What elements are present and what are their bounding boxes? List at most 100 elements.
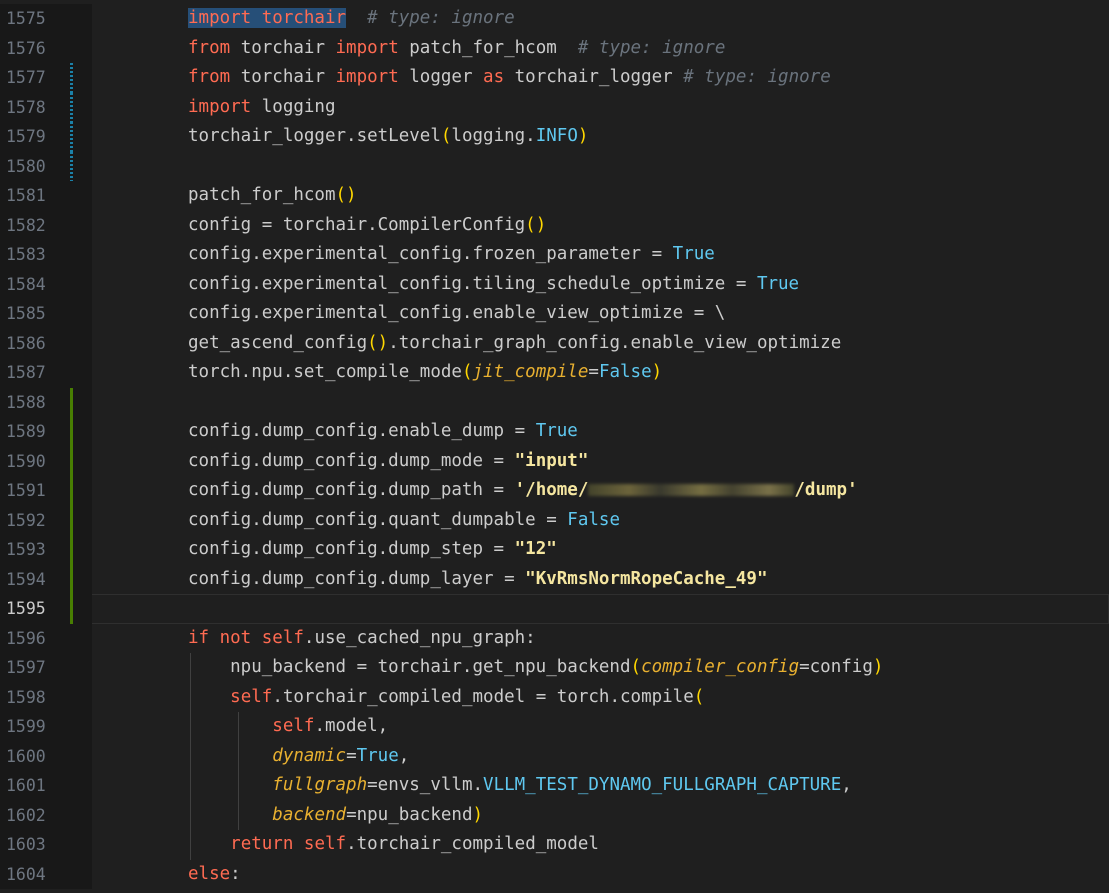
code-text[interactable]: config.dump_config.enable_dump = True — [188, 417, 578, 447]
line-gutter[interactable]: 1591 — [0, 476, 92, 506]
code-line[interactable]: 1590 config.dump_config.dump_mode = "inpu… — [0, 446, 1109, 477]
line-gutter[interactable]: 1599 — [0, 712, 92, 742]
git-modified-marker[interactable] — [70, 151, 73, 181]
code-text[interactable]: import logging — [188, 93, 336, 123]
code-line[interactable]: 1593 config.dump_config.dump_step = "12" — [0, 535, 1109, 565]
line-gutter[interactable]: 1592 — [0, 505, 92, 535]
code-text[interactable]: config.dump_config.quant_dumpable = Fals… — [188, 506, 620, 536]
line-gutter[interactable]: 1578 — [0, 92, 92, 122]
code-line[interactable]: 1603 return self.torchair_compiled_model — [0, 830, 1109, 860]
git-added-marker[interactable] — [70, 564, 73, 594]
code-line[interactable]: 1595 — [0, 594, 1109, 624]
code-line[interactable]: 1580 — [0, 151, 1109, 181]
code-line[interactable]: 1575 import torchair # type: ignore — [0, 4, 1109, 34]
git-added-marker[interactable] — [70, 446, 73, 476]
code-text[interactable]: config.dump_config.dump_path = '/home/ /d… — [188, 476, 858, 506]
code-line[interactable]: 1583 config.experimental_config.frozen_pa… — [0, 240, 1109, 270]
code-text[interactable]: torchair_logger.setLevel(logging.INFO) — [188, 122, 588, 152]
code-text[interactable]: config.dump_config.dump_step = "12" — [188, 535, 557, 565]
code-text[interactable]: torch.npu.set_compile_mode(jit_compile=F… — [188, 358, 662, 388]
code-line[interactable]: 1601 fullgraph=envs_vllm.VLLM_TEST_DYNAM… — [0, 771, 1109, 801]
code-text[interactable]: config.experimental_config.tiling_schedu… — [188, 270, 799, 300]
code-text[interactable]: fullgraph=envs_vllm.VLLM_TEST_DYNAMO_FUL… — [188, 771, 852, 801]
line-gutter[interactable]: 1585 — [0, 299, 92, 329]
git-added-marker[interactable] — [70, 505, 73, 535]
line-gutter[interactable]: 1602 — [0, 800, 92, 830]
code-line[interactable]: 1576 from torchair import patch_for_hcom … — [0, 33, 1109, 64]
code-editor[interactable]: 1575 import torchair # type: ignore 1576 fr… — [0, 4, 1109, 889]
code-text[interactable]: config = torchair.CompilerConfig() — [188, 211, 546, 241]
code-line[interactable]: 1586 get_ascend_config().torchair_graph_c… — [0, 328, 1109, 359]
code-line[interactable]: 1597 npu_backend = torchair.get_npu_back… — [0, 653, 1109, 683]
git-added-marker[interactable] — [70, 387, 73, 417]
code-text[interactable]: config.experimental_config.frozen_parame… — [188, 240, 715, 270]
line-gutter[interactable]: 1584 — [0, 269, 92, 299]
code-text[interactable]: config.dump_config.dump_mode = "input" — [188, 447, 588, 477]
code-line[interactable]: 1582 config = torchair.CompilerConfig() — [0, 210, 1109, 241]
code-line[interactable]: 1604 else: — [0, 859, 1109, 890]
code-text[interactable]: config.experimental_config.enable_view_o… — [188, 299, 725, 329]
code-text[interactable]: from torchair import logger as torchair_… — [188, 63, 831, 93]
line-gutter[interactable]: 1595 — [0, 594, 92, 624]
line-gutter[interactable]: 1586 — [0, 328, 92, 358]
code-line[interactable]: 1600 dynamic=True, — [0, 741, 1109, 772]
line-gutter[interactable]: 1601 — [0, 771, 92, 801]
code-text[interactable]: return self.torchair_compiled_model — [188, 830, 599, 860]
git-modified-marker[interactable] — [70, 122, 73, 152]
line-gutter[interactable]: 1598 — [0, 682, 92, 712]
code-line[interactable]: 1588 — [0, 387, 1109, 417]
git-added-marker[interactable] — [70, 476, 73, 506]
code-line[interactable]: 1592 config.dump_config.quant_dumpable = … — [0, 505, 1109, 536]
code-line[interactable]: 1602 backend=npu_backend) — [0, 800, 1109, 831]
code-line[interactable]: 1596 if not self.use_cached_npu_graph: — [0, 623, 1109, 654]
line-gutter[interactable]: 1579 — [0, 122, 92, 152]
code-text[interactable]: self.torchair_compiled_model = torch.com… — [188, 683, 704, 713]
line-gutter[interactable]: 1588 — [0, 387, 92, 417]
line-gutter[interactable]: 1587 — [0, 358, 92, 388]
code-text[interactable]: if not self.use_cached_npu_graph: — [188, 624, 536, 654]
code-line[interactable]: 1581 patch_for_hcom() — [0, 181, 1109, 211]
line-gutter[interactable]: 1597 — [0, 653, 92, 683]
code-text[interactable]: backend=npu_backend) — [188, 801, 483, 831]
line-gutter[interactable]: 1581 — [0, 181, 92, 211]
code-text[interactable]: get_ascend_config().torchair_graph_confi… — [188, 329, 841, 359]
code-text[interactable]: import torchair # type: ignore — [188, 4, 515, 34]
code-line[interactable]: 1578 import logging — [0, 92, 1109, 123]
code-line[interactable]: 1577 from torchair import logger as torch… — [0, 63, 1109, 93]
line-gutter[interactable]: 1580 — [0, 151, 92, 181]
line-gutter[interactable]: 1577 — [0, 63, 92, 93]
code-text[interactable]: from torchair import patch_for_hcom # ty… — [188, 34, 725, 64]
line-gutter[interactable]: 1582 — [0, 210, 92, 240]
git-added-marker[interactable] — [70, 417, 73, 447]
git-modified-marker[interactable] — [70, 63, 73, 93]
code-text[interactable]: patch_for_hcom() — [188, 181, 357, 211]
code-text[interactable]: config.dump_config.dump_layer = "KvRmsNo… — [188, 565, 767, 595]
line-gutter[interactable]: 1583 — [0, 240, 92, 270]
code-line[interactable]: 1599 self.model, — [0, 712, 1109, 742]
line-gutter[interactable]: 1604 — [0, 859, 92, 889]
code-text[interactable]: else: — [188, 860, 241, 890]
code-text[interactable]: dynamic=True, — [188, 742, 409, 772]
code-line[interactable]: 1598 self.torchair_compiled_model = torc… — [0, 682, 1109, 713]
code-line[interactable]: 1594 config.dump_config.dump_layer = "KvR… — [0, 564, 1109, 595]
code-text[interactable]: npu_backend = torchair.get_npu_backend(c… — [188, 653, 883, 683]
line-gutter[interactable]: 1600 — [0, 741, 92, 771]
git-added-marker[interactable] — [70, 594, 73, 624]
code-line[interactable]: 1591 config.dump_config.dump_path = '/hom… — [0, 476, 1109, 506]
line-gutter[interactable]: 1596 — [0, 623, 92, 653]
line-gutter[interactable]: 1590 — [0, 446, 92, 476]
line-gutter[interactable]: 1576 — [0, 33, 92, 63]
code-line[interactable]: 1587 torch.npu.set_compile_mode(jit_compi… — [0, 358, 1109, 388]
line-gutter[interactable]: 1594 — [0, 564, 92, 594]
code-line[interactable]: 1584 config.experimental_config.tiling_sc… — [0, 269, 1109, 300]
line-gutter[interactable]: 1589 — [0, 417, 92, 447]
git-modified-marker[interactable] — [70, 92, 73, 122]
line-gutter[interactable]: 1603 — [0, 830, 92, 860]
code-line[interactable]: 1585 config.experimental_config.enable_vi… — [0, 299, 1109, 329]
git-added-marker[interactable] — [70, 535, 73, 565]
code-text[interactable]: self.model, — [188, 712, 388, 742]
code-line[interactable]: 1589 config.dump_config.enable_dump = Tru… — [0, 417, 1109, 447]
code-line[interactable]: 1579 torchair_logger.setLevel(logging.INF… — [0, 122, 1109, 152]
line-gutter[interactable]: 1575 — [0, 4, 92, 34]
line-gutter[interactable]: 1593 — [0, 535, 92, 565]
